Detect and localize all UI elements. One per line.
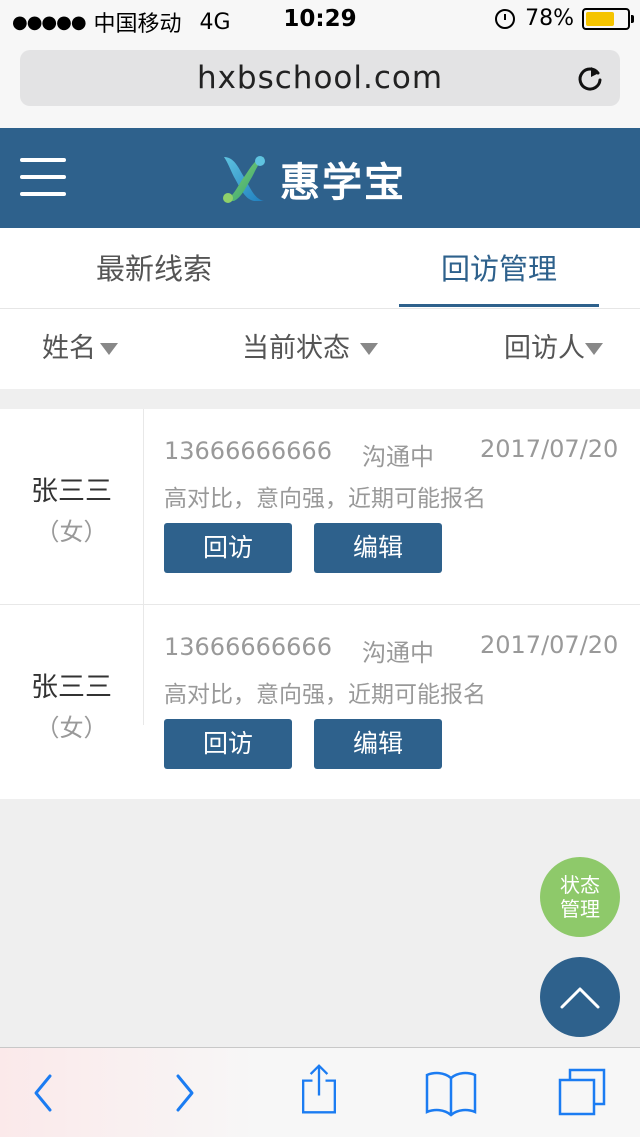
reload-icon[interactable] xyxy=(576,64,604,92)
name-column: 张三三 （女） xyxy=(0,409,144,604)
url-text: hxbschool.com xyxy=(196,60,444,96)
status-management-button[interactable]: 状态 管理 xyxy=(540,857,620,937)
brand: 惠学宝 xyxy=(220,150,406,208)
status-management-line1: 状态 xyxy=(560,873,600,897)
date-text: 2017/07/20 xyxy=(480,631,619,659)
hamburger-icon[interactable] xyxy=(20,158,66,198)
note-text: 高对比，意向强，近期可能报名 xyxy=(164,486,486,512)
list-item: 张三三 （女） 13666666666 沟通中 2017/07/20 高对比，意… xyxy=(0,605,640,799)
edit-button[interactable]: 编辑 xyxy=(314,719,442,769)
name-column: 张三三 （女） xyxy=(0,605,144,742)
status-bar: ●●●●● 中国移动 4G 10:29 78% xyxy=(0,0,640,40)
date-text: 2017/07/20 xyxy=(480,435,619,463)
tab-followup-management[interactable]: 回访管理 xyxy=(399,228,599,308)
chevron-up-icon xyxy=(560,987,600,1009)
person-name: 张三三 xyxy=(31,672,112,703)
tab-latest-leads[interactable]: 最新线索 xyxy=(54,228,254,308)
phone-number: 13666666666 xyxy=(164,633,332,661)
followup-button[interactable]: 回访 xyxy=(164,719,292,769)
caret-down-icon xyxy=(585,343,603,355)
caret-down-icon xyxy=(100,343,118,355)
forward-icon[interactable] xyxy=(170,1066,200,1120)
back-to-top-button[interactable] xyxy=(540,957,620,1037)
url-field[interactable]: hxbschool.com xyxy=(20,50,620,106)
person-gender: （女） xyxy=(35,714,108,742)
app-name: 惠学宝 xyxy=(280,160,406,206)
browser-address-bar: hxbschool.com xyxy=(0,40,640,128)
filter-name[interactable]: 姓名 xyxy=(42,309,118,389)
person-gender: （女） xyxy=(35,518,108,546)
filter-status-label: 当前状态 xyxy=(242,333,350,364)
filter-status[interactable]: 当前状态 xyxy=(242,309,378,389)
list-item: 张三三 （女） 13666666666 沟通中 2017/07/20 高对比，意… xyxy=(0,409,640,605)
filter-visitor[interactable]: 回访人 xyxy=(504,309,603,389)
back-icon[interactable] xyxy=(28,1066,58,1120)
alarm-icon xyxy=(495,8,516,29)
app-header: 惠学宝 xyxy=(0,128,640,228)
followup-button[interactable]: 回访 xyxy=(164,523,292,573)
active-tab-indicator xyxy=(399,304,599,307)
brand-logo-icon xyxy=(223,156,265,203)
status-management-line2: 管理 xyxy=(560,897,600,921)
tabs-icon[interactable] xyxy=(556,1066,610,1120)
caret-down-icon xyxy=(360,343,378,355)
tab-bar: 最新线索 回访管理 xyxy=(0,228,640,309)
browser-toolbar xyxy=(0,1047,640,1137)
person-name: 张三三 xyxy=(31,476,112,507)
note-text: 高对比，意向强，近期可能报名 xyxy=(164,682,486,708)
status-text: 沟通中 xyxy=(362,443,434,471)
share-icon[interactable] xyxy=(298,1062,340,1116)
status-text: 沟通中 xyxy=(362,639,434,667)
edit-button[interactable]: 编辑 xyxy=(314,523,442,573)
battery-icon xyxy=(582,7,634,30)
filter-name-label: 姓名 xyxy=(42,333,96,364)
bookmarks-icon[interactable] xyxy=(424,1066,478,1120)
filter-bar: 姓名 当前状态 回访人 xyxy=(0,309,640,389)
record-list: 张三三 （女） 13666666666 沟通中 2017/07/20 高对比，意… xyxy=(0,409,640,799)
phone-number: 13666666666 xyxy=(164,437,332,465)
filter-visitor-label: 回访人 xyxy=(504,333,585,364)
battery-percent: 78% xyxy=(525,6,574,31)
